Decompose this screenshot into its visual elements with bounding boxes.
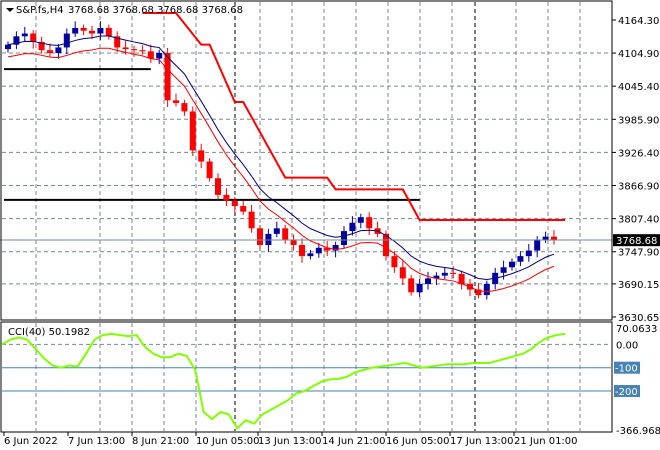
time-tick-label: 10 Jun 05:00: [196, 436, 260, 447]
chart-canvas[interactable]: 4164.30 4104.90 4045.40 3985.90 3926.40 3866.…: [0, 0, 660, 450]
bullish-candle: [273, 228, 280, 234]
bearish-candle: [181, 103, 188, 112]
bearish-candle: [248, 211, 255, 229]
bullish-candle: [525, 250, 532, 257]
candles: [5, 21, 557, 300]
bullish-candle: [307, 253, 314, 257]
bullish-candle: [5, 44, 11, 50]
ohlc-text: 3768.68 3768.68 3768.68 3768.68: [68, 5, 243, 16]
time-tick-label: 13 Jun 13:00: [258, 436, 322, 447]
bearish-candle: [89, 30, 95, 34]
bearish-candle: [408, 278, 415, 293]
time-tick-label: 14 Jun 21:00: [322, 436, 386, 447]
price-tick-label: 3747.90: [618, 248, 659, 259]
bullish-candle: [509, 261, 515, 268]
bearish-candle: [164, 53, 171, 101]
cci-tick-label: -200: [615, 387, 638, 398]
chart-window: 4164.30 4104.90 4045.40 3985.90 3926.40 3866.…: [0, 0, 660, 450]
horizontal-lines: [4, 68, 565, 221]
cci-tick-label: 0.00: [616, 340, 638, 351]
cci-tick-label: -366.9688: [616, 426, 660, 437]
bearish-candle: [30, 33, 37, 42]
bullish-candle: [349, 222, 356, 232]
bearish-candle: [122, 47, 129, 50]
price-tick-label: 3690.15: [618, 280, 659, 291]
time-tick-label: 16 Jun 05:00: [386, 436, 450, 447]
current-price-label: 3768.68: [616, 236, 657, 247]
price-tick-label: 3866.90: [618, 182, 659, 193]
bullish-candle: [416, 283, 423, 293]
bearish-candle: [80, 27, 87, 31]
time-axis: 6 Jun 2022 7 Jun 13:00 8 Jun 21:00 10 Jun 0…: [3, 432, 578, 447]
bullish-candle: [156, 53, 163, 59]
bearish-candle: [458, 273, 465, 284]
price-tick-label: 4164.30: [618, 16, 659, 27]
stop-line: [142, 12, 565, 221]
price-tick-label: 4045.40: [618, 82, 659, 93]
bearish-candle: [391, 256, 398, 268]
bullish-candle: [72, 27, 79, 34]
price-tick-label: 3630.65: [618, 313, 659, 324]
bullish-candle: [483, 283, 490, 296]
time-tick-label: 21 Jun 01:00: [514, 436, 578, 447]
price-tick-label: 3926.40: [618, 148, 659, 159]
cci-pane-border: [0, 321, 613, 433]
bearish-candle: [139, 50, 146, 52]
bearish-candle: [450, 272, 457, 274]
price-tick-label: 3807.40: [618, 215, 659, 226]
ma-slow-line: [7, 35, 555, 280]
cci-title: CCI(40) 50.1982: [8, 327, 90, 338]
bearish-candle: [299, 245, 305, 257]
bullish-candle: [542, 236, 549, 240]
bearish-candle: [189, 111, 196, 151]
cci-levels: [2, 343, 611, 392]
dropdown-triangle-icon[interactable]: [6, 8, 14, 12]
bullish-candle: [441, 272, 448, 276]
bearish-candle: [105, 27, 112, 37]
price-tick-label: 4104.90: [618, 49, 659, 60]
bearish-candle: [240, 206, 247, 212]
price-axis: 4164.30 4104.90 4045.40 3985.90 3926.40 3866.…: [612, 16, 660, 324]
bearish-candle: [282, 228, 289, 240]
bearish-candle: [47, 50, 53, 54]
cci-tick-label: 70.0633: [616, 324, 657, 335]
bearish-candle: [223, 194, 230, 201]
cci-tick-label: -100: [615, 364, 638, 375]
bullish-candle: [63, 33, 70, 48]
bearish-candle: [257, 228, 263, 246]
time-tick-label: 7 Jun 13:00: [68, 436, 125, 447]
bullish-candle: [517, 256, 524, 262]
bearish-candle: [366, 217, 373, 229]
bullish-candle: [357, 217, 364, 223]
bearish-candle: [206, 161, 213, 179]
bearish-candle: [231, 200, 238, 207]
cci-axis: 70.0633 0.00 -100 -200 -366.9688: [614, 324, 660, 437]
bearish-candle: [173, 100, 179, 104]
bearish-candle: [131, 49, 137, 51]
bullish-candle: [500, 267, 507, 273]
bullish-candle: [21, 33, 28, 37]
price-tick-label: 3985.90: [618, 115, 659, 126]
grid: [2, 2, 611, 431]
bullish-candle: [341, 231, 347, 246]
bullish-candle: [425, 278, 431, 284]
time-tick-label: 8 Jun 21:00: [132, 436, 189, 447]
bullish-candle: [97, 27, 104, 34]
bullish-candle: [534, 239, 541, 251]
main-pane-border: [0, 0, 613, 321]
symbol-label: S&P.fs,H4: [16, 5, 64, 16]
bearish-candle: [215, 178, 221, 195]
bullish-candle: [315, 247, 322, 254]
bearish-candle: [399, 267, 406, 279]
time-tick-label: 6 Jun 2022: [4, 436, 58, 447]
time-tick-label: 17 Jun 13:00: [450, 436, 514, 447]
bullish-candle: [55, 47, 62, 54]
bullish-candle: [265, 233, 272, 246]
bearish-candle: [198, 150, 205, 162]
cci-line: [1, 332, 566, 430]
